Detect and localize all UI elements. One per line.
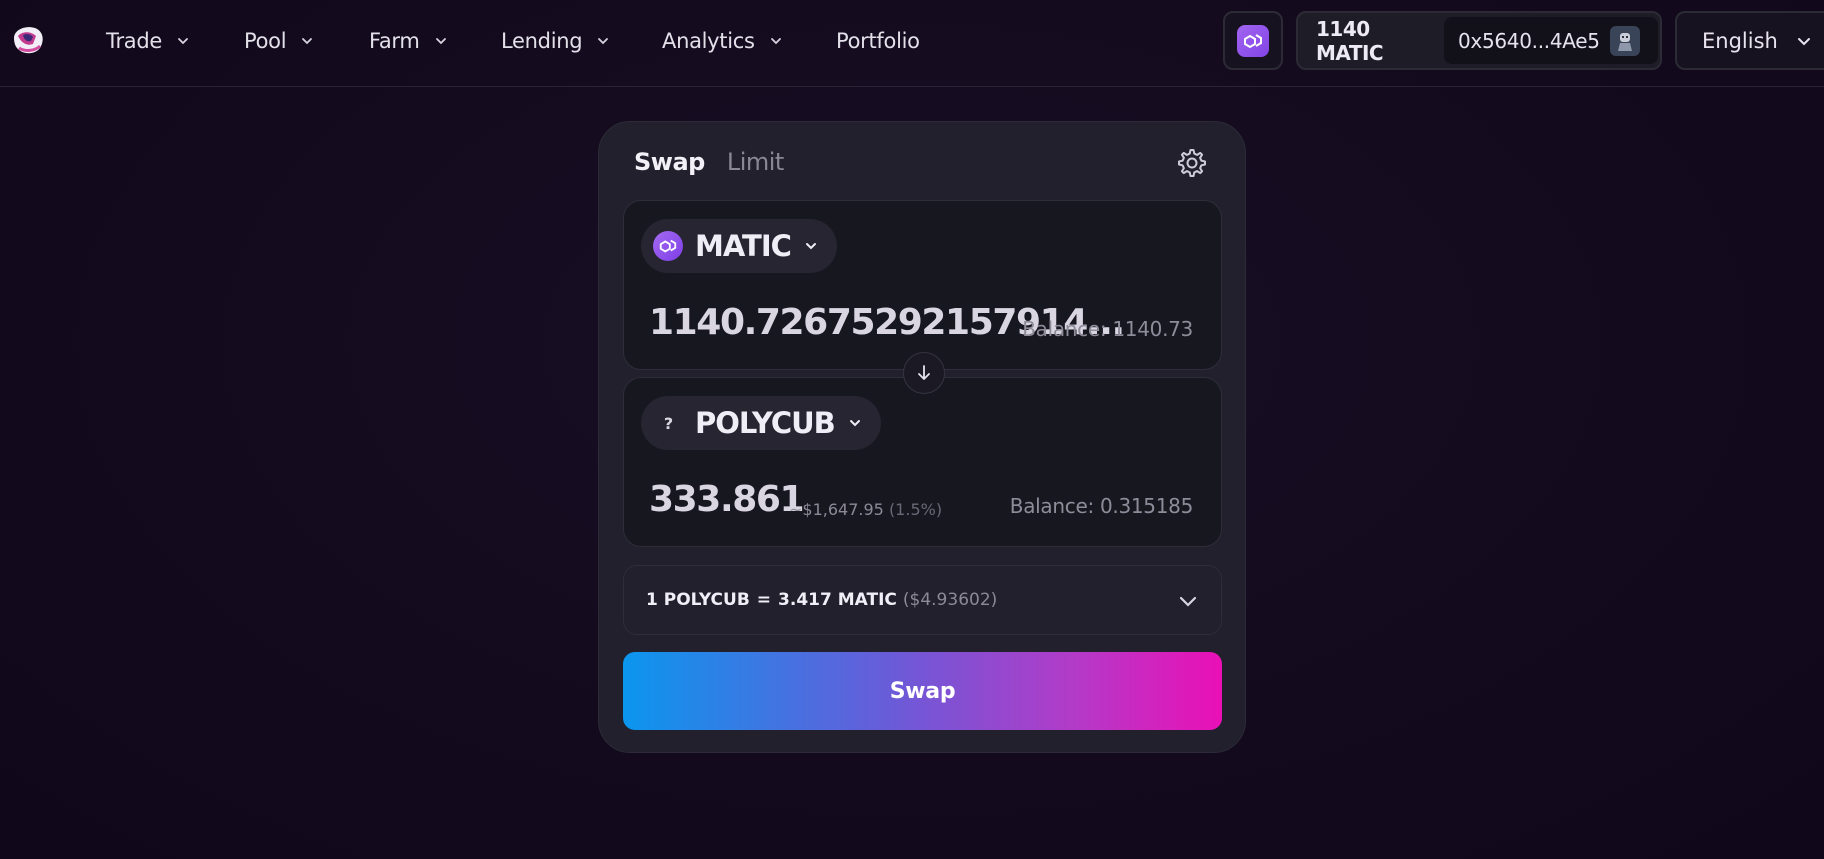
polygon-icon xyxy=(1237,24,1269,57)
from-token-selector[interactable]: MATIC xyxy=(641,219,837,273)
nav-pool-label: Pool xyxy=(244,29,287,53)
nav-portfolio-label: Portfolio xyxy=(836,29,920,53)
nav-farm-label: Farm xyxy=(369,29,420,53)
chevron-down-icon xyxy=(598,38,609,45)
price-impact: (1.5%) xyxy=(888,500,943,519)
chevron-down-icon xyxy=(770,38,781,45)
swap-tabs: Swap Limit xyxy=(634,148,784,176)
exchange-rate-row[interactable]: 1 POLYCUB = 3.417 MATIC ($4.93602) xyxy=(623,565,1222,635)
arrow-down-icon xyxy=(918,365,930,380)
rate-usd: ($4.93602) xyxy=(902,590,998,610)
nav-trade-label: Trade xyxy=(106,29,162,53)
swap-card: Swap Limit MATIC 1140.72675292157914... … xyxy=(598,121,1246,753)
avatar-icon xyxy=(1609,25,1640,56)
chevron-down-icon xyxy=(849,420,860,427)
chevron-down-icon xyxy=(435,38,446,45)
chevron-down-icon xyxy=(805,243,816,250)
nav-lending[interactable]: Lending xyxy=(501,24,610,58)
tab-swap[interactable]: Swap xyxy=(634,148,705,176)
chevron-down-icon xyxy=(1797,37,1810,45)
to-amount-usd: ~$1,647.95 (1.5%) xyxy=(789,500,942,519)
chevron-down-icon xyxy=(1179,596,1197,607)
nav-portfolio[interactable]: Portfolio xyxy=(836,24,920,58)
rate-lhs: 1 POLYCUB xyxy=(646,590,750,610)
chevron-down-icon xyxy=(302,38,313,45)
gear-icon[interactable] xyxy=(1175,147,1207,179)
language-label: English xyxy=(1702,28,1778,53)
to-token-selector[interactable]: ? POLYCUB xyxy=(641,396,881,450)
from-token-panel: MATIC 1140.72675292157914... Balance: 11… xyxy=(623,200,1222,370)
nav-analytics[interactable]: Analytics xyxy=(662,24,783,58)
matic-token-icon xyxy=(653,231,683,261)
tab-limit[interactable]: Limit xyxy=(727,148,785,176)
nav-lending-label: Lending xyxy=(501,29,583,53)
to-token-symbol: POLYCUB xyxy=(695,406,836,440)
to-amount-input[interactable]: 333.861 xyxy=(649,479,805,520)
nav-trade[interactable]: Trade xyxy=(106,24,190,58)
wallet-address-pill[interactable]: 0x5640...4Ae5 xyxy=(1444,17,1658,64)
unknown-token-icon: ? xyxy=(653,408,683,438)
usd-value: ~$1,647.95 xyxy=(789,500,884,519)
wallet-button[interactable]: 1140 MATIC 0x5640...4Ae5 xyxy=(1296,11,1662,70)
to-token-panel: ? POLYCUB 333.861 ~$1,647.95 (1.5%) Bala… xyxy=(623,377,1222,547)
flip-direction-button[interactable] xyxy=(903,352,945,394)
from-token-symbol: MATIC xyxy=(695,229,792,263)
chain-selector-button[interactable] xyxy=(1223,11,1283,70)
from-balance[interactable]: Balance: 1140.73 xyxy=(1022,317,1193,341)
rate-equals: = xyxy=(756,590,772,610)
top-navbar: Trade Pool Farm Lending Analytics Portfo… xyxy=(0,0,1824,87)
chevron-down-icon xyxy=(178,38,188,45)
swap-button[interactable]: Swap xyxy=(623,652,1222,730)
wallet-balance: 1140 MATIC xyxy=(1316,16,1384,65)
rate-rhs: 3.417 MATIC xyxy=(778,590,897,610)
nav-pool[interactable]: Pool xyxy=(244,24,314,58)
wallet-address: 0x5640...4Ae5 xyxy=(1458,28,1600,53)
language-selector[interactable]: English xyxy=(1675,11,1824,70)
nav-farm[interactable]: Farm xyxy=(369,24,448,58)
app-logo-icon[interactable] xyxy=(9,22,47,58)
nav-analytics-label: Analytics xyxy=(662,29,755,53)
to-balance: Balance: 0.315185 xyxy=(1009,494,1194,518)
